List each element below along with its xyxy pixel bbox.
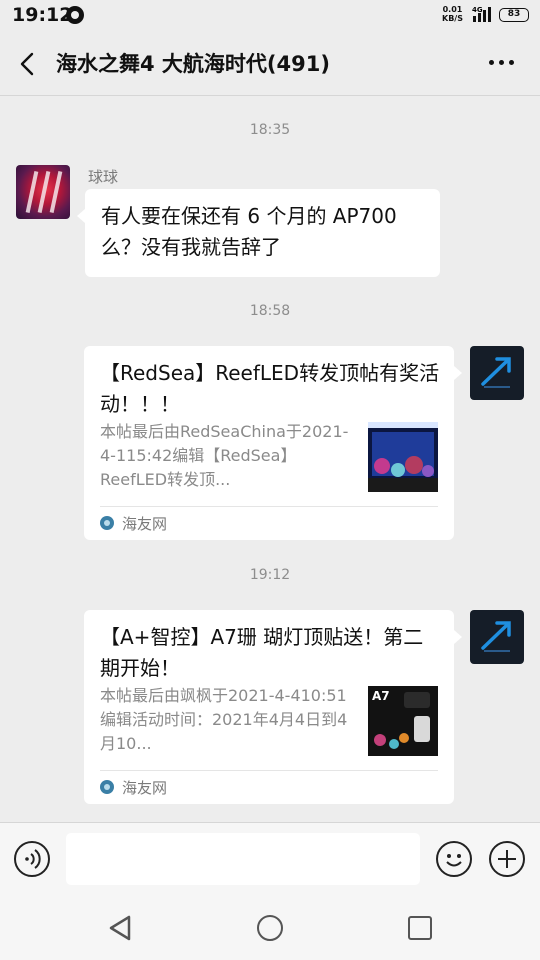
nav-back-icon[interactable]: [107, 914, 135, 942]
battery-icon: 83: [499, 8, 529, 22]
network-speed-unit: KB/S: [442, 14, 463, 23]
thumbnail-label: A7: [372, 689, 390, 703]
nav-home-icon[interactable]: [257, 915, 283, 941]
system-nav-bar: [0, 898, 540, 960]
input-bar: [0, 822, 540, 898]
chevron-left-icon[interactable]: [16, 50, 40, 78]
status-bar: 19:12 0.01 KB/S 4G 83: [0, 0, 540, 32]
card-divider: [100, 506, 438, 507]
aquarium-thumbnail: [368, 422, 438, 492]
arrow-logo-avatar[interactable]: [470, 346, 524, 400]
network-type: 4G: [472, 6, 483, 14]
message-input[interactable]: [66, 833, 420, 885]
card-description: 本帖最后由飒枫于2021-4-410:51编辑活动时间：2021年4月4日到4月…: [100, 686, 348, 753]
battery-level: 83: [507, 9, 521, 19]
card-description: 本帖最后由RedSeaChina于2021-4-115:42编辑【RedSea】…: [100, 422, 349, 489]
link-card[interactable]: 【RedSea】ReefLED转发顶帖有奖活动！！！ 本帖最后由RedSeaCh…: [84, 346, 462, 540]
arrow-logo-avatar[interactable]: [470, 610, 524, 664]
card-divider: [100, 770, 438, 771]
link-card[interactable]: 【A+智控】A7珊 瑚灯顶贴送！第二期开始！ 本帖最后由飒枫于2021-4-41…: [84, 610, 462, 804]
timestamp: 19:12: [249, 567, 291, 583]
message-bubble[interactable]: 有人要在保还有 6 个月的 AP700 么？没有我就告辞了: [77, 189, 440, 277]
status-time: 19:12: [12, 4, 73, 26]
signal-icon: 4G: [472, 6, 491, 22]
source-icon: [100, 516, 114, 530]
nav-recent-icon[interactable]: [408, 916, 432, 940]
network-speed-value: 0.01: [442, 5, 463, 14]
message-text: 有人要在保还有 6 个月的 AP700 么？没有我就告辞了: [101, 204, 397, 259]
more-horizontal-icon[interactable]: [488, 58, 516, 68]
plus-icon[interactable]: [489, 841, 525, 877]
source-icon: [100, 780, 114, 794]
card-title: 【RedSea】ReefLED转发顶帖有奖活动！！！: [100, 361, 440, 416]
chat-header: 海水之舞4 大航海时代(491): [0, 32, 540, 96]
card-title: 【A+智控】A7珊 瑚灯顶贴送！第二期开始！: [100, 625, 424, 680]
voice-input-icon[interactable]: [14, 841, 50, 877]
timestamp: 18:58: [249, 303, 291, 319]
sender-name: 球球: [88, 168, 119, 186]
message-list[interactable]: 18:35 球球 有人要在保还有 6 个月的 AP700 么？没有我就告辞了 1…: [0, 96, 540, 822]
a7-product-thumbnail: A7: [368, 686, 438, 756]
emoji-icon[interactable]: [436, 841, 472, 877]
clownfish-avatar[interactable]: [16, 165, 70, 219]
notification-app-icon: [66, 6, 84, 24]
timestamp: 18:35: [249, 122, 291, 138]
card-source: 海友网: [122, 779, 168, 797]
chat-title[interactable]: 海水之舞4 大航海时代(491): [56, 48, 330, 78]
network-speed: 0.01 KB/S: [442, 5, 463, 23]
card-source: 海友网: [122, 515, 168, 533]
